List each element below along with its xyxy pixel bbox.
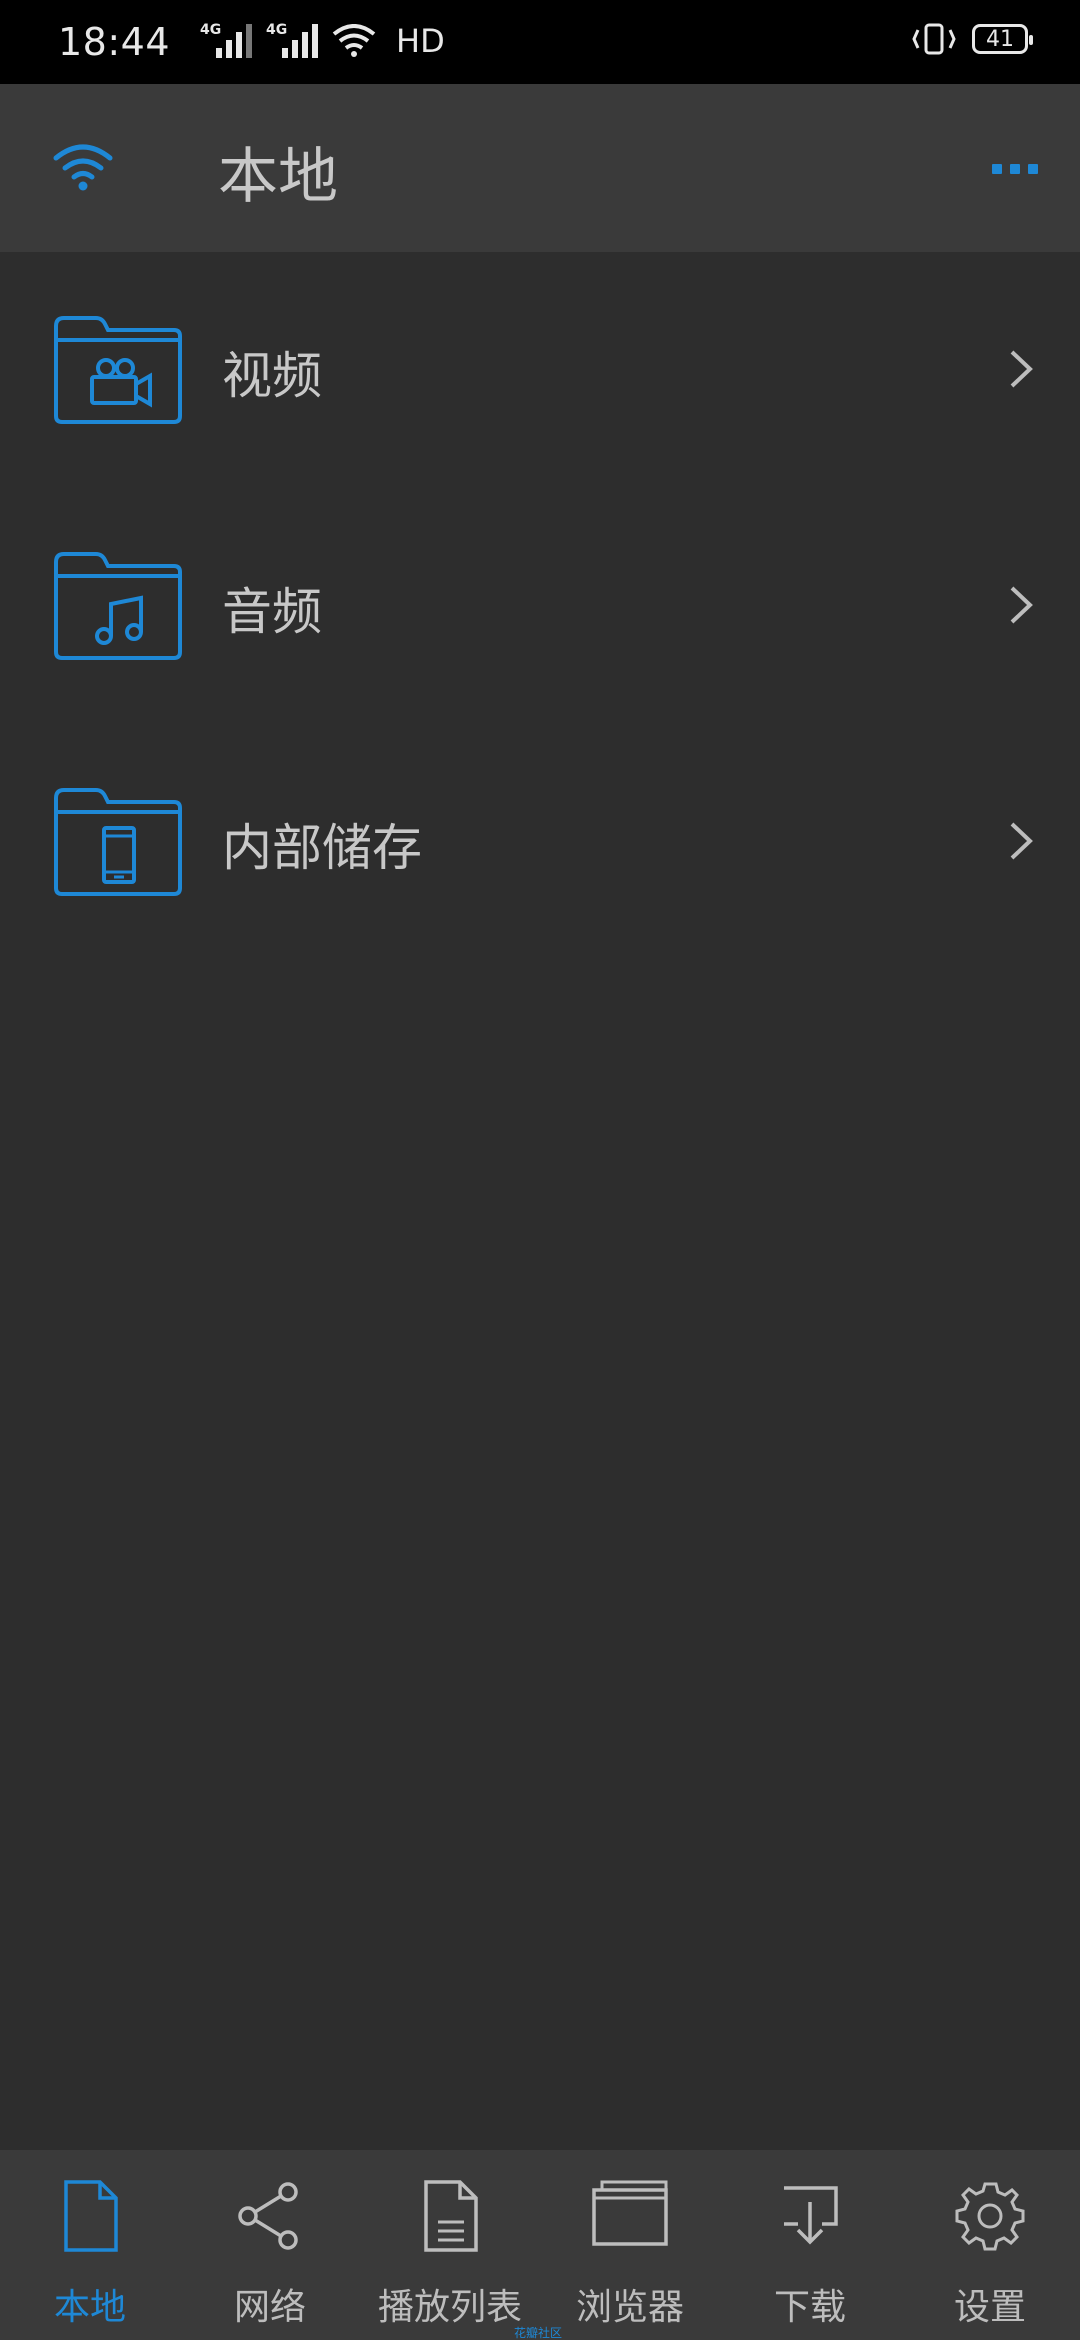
battery-icon: 41	[972, 24, 1033, 54]
status-time: 18:44	[58, 20, 171, 64]
file-icon	[64, 2180, 118, 2252]
status-icons-left: 4G 4G HD	[200, 22, 445, 60]
vibrate-icon	[912, 23, 956, 55]
nav-label: 播放列表	[377, 2287, 522, 2328]
download-icon	[784, 2186, 838, 2245]
battery-level: 41	[986, 26, 1014, 52]
nav-network[interactable]: 网络	[180, 2150, 360, 2340]
nav-label: 浏览器	[575, 2287, 684, 2328]
nav-settings[interactable]: 设置	[900, 2150, 1080, 2340]
list-item-label: 内部储存	[222, 819, 422, 877]
screen: 18:44 4G 4G HD 41 本地 视频 音频 内部储存 本地 网络 播放…	[0, 0, 1080, 2340]
app-bar: 本地	[0, 84, 1080, 252]
watermark: 花瓣社区	[514, 2326, 563, 2340]
video-folder-icon	[54, 316, 182, 424]
chevron-right-icon	[1010, 350, 1033, 388]
chevron-right-icon	[1010, 586, 1033, 624]
bottom-nav: 本地 网络 播放列表 浏览器 下载 设置	[0, 2150, 1080, 2340]
list-item-label: 视频	[222, 347, 322, 405]
status-icons-right: 41	[910, 22, 1033, 56]
nav-playlist[interactable]: 播放列表	[360, 2150, 540, 2340]
share-icon	[238, 2182, 298, 2250]
list-item-video[interactable]: 视频	[0, 252, 1080, 488]
music-folder-icon	[54, 552, 182, 660]
nav-download[interactable]: 下载	[720, 2150, 900, 2340]
signal-sim2-icon: 4G	[266, 22, 318, 58]
nav-browser[interactable]: 浏览器	[540, 2150, 720, 2340]
nav-label: 网络	[233, 2287, 306, 2328]
status-bar: 18:44 4G 4G HD 41	[0, 0, 1080, 84]
signal-sim1-icon: 4G	[200, 22, 252, 58]
window-icon	[592, 2180, 668, 2246]
more-dots-icon[interactable]	[980, 146, 1050, 192]
wifi-icon[interactable]	[52, 142, 114, 192]
list-item-audio[interactable]: 音频	[0, 488, 1080, 724]
document-icon	[424, 2180, 478, 2252]
list-item-internal-storage[interactable]: 内部储存	[0, 724, 1080, 960]
sim2-tag: 4G	[266, 22, 288, 38]
chevron-right-icon	[1010, 822, 1033, 860]
nav-local[interactable]: 本地	[0, 2150, 180, 2340]
page-title: 本地	[218, 142, 338, 212]
folder-list: 视频 音频 内部储存	[0, 252, 1080, 960]
sim1-tag: 4G	[200, 22, 222, 38]
hd-label: HD	[396, 22, 445, 60]
nav-label: 下载	[773, 2287, 846, 2328]
nav-label: 本地	[53, 2287, 126, 2328]
gear-icon	[955, 2182, 1025, 2251]
nav-label: 设置	[953, 2287, 1026, 2328]
list-item-label: 音频	[222, 583, 322, 641]
status-wifi-icon	[332, 24, 376, 57]
phone-folder-icon	[54, 788, 182, 896]
